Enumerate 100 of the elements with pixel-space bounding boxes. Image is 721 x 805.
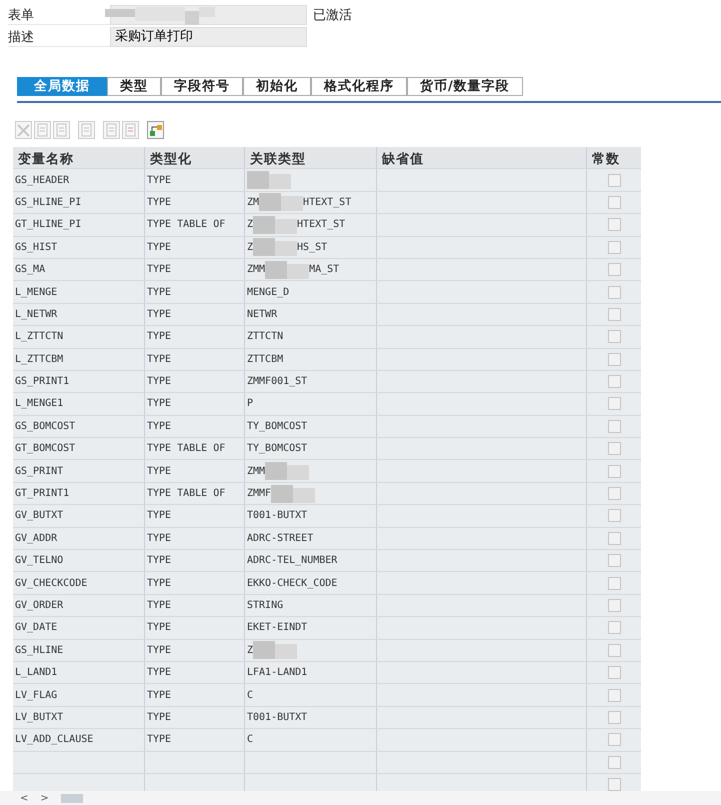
checkbox[interactable] [608,464,621,478]
reference-type: Z [247,219,254,230]
variable-name: GS_HLINE [15,644,64,656]
checkbox[interactable] [608,509,621,522]
reference-type: ZMM [247,264,266,276]
typing-text: TYPE [147,644,172,656]
hierarchy-icon[interactable] [147,121,164,139]
variable-name: LV_FLAG [15,690,58,701]
status-text: 已激活 [313,7,352,24]
tab[interactable]: 初始化 [243,77,311,96]
variable-name: L_ZTTCTN [15,331,64,342]
reference-type: HTEXT_ST [297,219,346,230]
variable-name: LV_ADD_CLAUSE [15,734,94,746]
checkbox[interactable] [608,420,621,433]
variable-name: GV_DATE [15,622,58,634]
reference-type: Z [247,242,254,253]
checkbox[interactable] [608,174,621,187]
checkbox[interactable] [608,621,621,634]
checkbox[interactable] [608,240,621,254]
variable-name: L_NETWR [15,308,58,320]
scroll-right-arrow[interactable]: > [40,792,49,804]
typing-text: TYPE [147,308,172,320]
variable-name: LV_BUTXT [15,712,64,723]
reference-type: MA_ST [309,264,340,276]
reference-type: ZMM [247,466,266,477]
tab[interactable]: 类型 [107,77,161,96]
checkbox[interactable] [608,710,621,724]
variable-name: GS_BOMCOST [15,420,76,432]
scrollbar-thumb[interactable] [60,794,83,802]
column-header: 常数 [591,151,621,168]
checkbox[interactable] [608,644,621,657]
tab[interactable]: 字段符号 [161,77,243,96]
checkbox[interactable] [608,397,621,410]
checkbox[interactable] [608,352,621,366]
typing-text: TYPE [147,242,172,253]
reference-type: ZM [247,196,260,208]
reference-type: HTEXT_ST [303,196,352,208]
variable-name: GS_MA [15,264,46,276]
variable-name: GS_HIST [15,242,58,253]
variable-name: GT_HLINE_PI [15,219,82,230]
checkbox[interactable] [608,599,621,612]
column-header: 缺省值 [377,147,587,168]
tab[interactable]: 全局数据 [17,77,107,96]
checkbox[interactable] [608,218,621,232]
checkbox[interactable] [608,286,621,299]
checkbox[interactable] [608,554,621,568]
checkbox[interactable] [608,756,621,769]
typing-text: TYPE [147,196,172,208]
checkbox[interactable] [608,375,621,388]
variable-name: L_MENGE [15,286,58,298]
variable-name: GV_BUTXT [15,510,64,522]
typing-text: TYPE [147,712,172,723]
typing-text: TYPE [147,174,172,186]
checkbox[interactable] [608,196,621,209]
checkbox[interactable] [608,576,621,590]
variable-name: GV_TELNO [15,555,64,566]
column-header: 变量名称 [13,147,145,168]
reference-type: P [247,398,254,410]
column-header: 类型化 [145,147,245,168]
checkbox[interactable] [608,330,621,344]
variable-name: L_LAND1 [15,667,58,678]
checkbox[interactable] [608,733,621,746]
column-header: 关联类型 [245,147,377,168]
checkbox[interactable] [608,308,621,321]
typing-text: TYPE [147,690,172,701]
reference-type: EKET-EINDT [247,622,308,634]
variable-name: GT_BOMCOST [15,443,76,454]
checkbox[interactable] [608,263,621,276]
reference-type: ZTTCBM [247,354,284,365]
reference-type: ADRC-STREET [247,532,314,544]
typing-text: TYPE [147,376,172,388]
typing-text: TYPE [147,331,172,342]
checkbox[interactable] [608,666,621,680]
reference-type: C [247,690,254,701]
variable-name: GS_PRINT [15,466,64,477]
typing-text: TYPE [147,420,172,432]
variable-name: L_MENGE1 [15,398,64,410]
reference-type: STRING [247,600,284,611]
variable-name: GV_CHECKCODE [15,578,88,589]
checkbox[interactable] [608,442,621,456]
typing-text: TYPE [147,667,172,678]
tab[interactable]: 货币/数量字段 [407,77,523,96]
reference-type: TY_BOMCOST [247,443,308,454]
reference-type: ZTTCTN [247,331,284,342]
description-field[interactable]: 采购订单打印 [110,27,307,47]
reference-type: T001-BUTXT [247,510,308,522]
checkbox[interactable] [608,778,621,792]
checkbox[interactable] [608,688,621,702]
variable-name: GS_HLINE_PI [15,196,82,208]
variable-name: GV_ADDR [15,532,58,544]
reference-type: ADRC-TEL_NUMBER [247,555,338,566]
checkbox[interactable] [608,532,621,545]
reference-type: HS_ST [297,242,328,253]
reference-type: T001-BUTXT [247,712,308,723]
variable-name: GS_PRINT1 [15,376,70,388]
tab[interactable]: 格式化程序 [311,77,407,96]
typing-text: TYPE [147,466,172,477]
scroll-left-arrow[interactable]: < [20,792,28,804]
checkbox[interactable] [608,487,621,500]
variable-name: GS_HEADER [15,174,70,186]
